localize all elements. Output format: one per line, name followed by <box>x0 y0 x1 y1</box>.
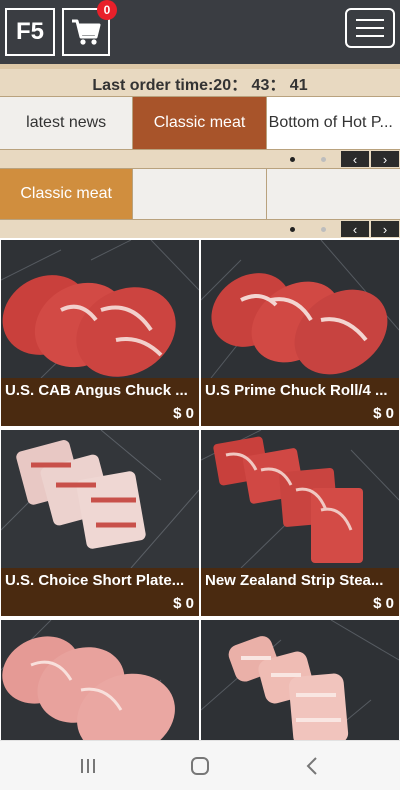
tab-classic-meat[interactable]: Classic meat <box>133 97 267 149</box>
product-card[interactable]: U.S. CAB Angus Chuck ... $ 0 <box>1 240 199 426</box>
tab-bottom-of-hot-pot[interactable]: Bottom of Hot P... <box>266 97 400 149</box>
product-price: $ 0 <box>373 595 394 612</box>
recent-apps-icon[interactable] <box>76 754 100 778</box>
product-card[interactable] <box>201 620 399 740</box>
product-price: $ 0 <box>173 405 194 422</box>
subtab-empty[interactable] <box>266 169 400 219</box>
subtab-empty[interactable] <box>133 169 267 219</box>
prev-arrow-button[interactable]: ‹ <box>341 151 369 167</box>
app-header: F5 0 <box>0 0 400 64</box>
subtab-classic-meat[interactable]: Classic meat <box>0 169 134 219</box>
menu-button[interactable] <box>345 8 395 48</box>
sub-category-tabs: Classic meat <box>0 168 400 220</box>
last-order-time: Last order time:20： 43： 41 <box>0 64 400 96</box>
pager-dot-active[interactable] <box>290 227 295 232</box>
product-image <box>1 240 199 378</box>
pager-dot-active[interactable] <box>290 157 295 162</box>
product-card[interactable]: U.S. Choice Short Plate... $ 0 <box>1 430 199 616</box>
product-image <box>1 430 199 568</box>
product-name: U.S. CAB Angus Chuck ... <box>5 382 188 399</box>
pager-dot[interactable] <box>321 227 326 232</box>
logo[interactable]: F5 <box>5 8 55 56</box>
pager-dot[interactable] <box>321 157 326 162</box>
next-arrow-button[interactable]: › <box>371 151 399 167</box>
home-icon[interactable] <box>188 754 212 778</box>
product-card[interactable] <box>1 620 199 740</box>
tab-latest-news[interactable]: latest news <box>0 97 134 149</box>
product-image <box>201 430 399 568</box>
category-pager: ‹ › <box>0 150 400 168</box>
cart-icon <box>72 19 101 45</box>
product-price: $ 0 <box>373 405 394 422</box>
prev-arrow-button[interactable]: ‹ <box>341 221 369 237</box>
subcategory-pager: ‹ › <box>0 220 400 238</box>
product-card[interactable]: U.S Prime Chuck Roll/4 ... $ 0 <box>201 240 399 426</box>
product-name: U.S. Choice Short Plate... <box>5 572 185 589</box>
back-icon[interactable] <box>300 754 324 778</box>
product-image <box>1 620 199 740</box>
cart-count-badge: 0 <box>97 0 117 20</box>
product-card[interactable]: New Zealand Strip Stea... $ 0 <box>201 430 399 616</box>
product-name: New Zealand Strip Stea... <box>205 572 384 589</box>
product-price: $ 0 <box>173 595 194 612</box>
product-grid: U.S. CAB Angus Chuck ... $ 0 U.S Prime C… <box>0 238 400 740</box>
category-tabs: latest news Classic meat Bottom of Hot P… <box>0 96 400 150</box>
next-arrow-button[interactable]: › <box>371 221 399 237</box>
product-image <box>201 240 399 378</box>
menu-icon <box>356 19 384 21</box>
product-name: U.S Prime Chuck Roll/4 ... <box>205 382 388 399</box>
system-navigation-bar <box>0 740 400 790</box>
product-image <box>201 620 399 740</box>
